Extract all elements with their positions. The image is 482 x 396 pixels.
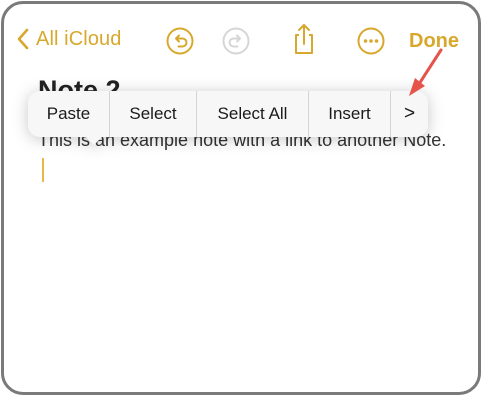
edit-context-menu: Paste Select Select All Insert > [28,91,428,145]
insert-menu-item[interactable]: Insert [309,91,391,137]
select-menu-item[interactable]: Select [110,91,197,137]
redo-icon[interactable] [221,26,251,56]
share-icon[interactable] [289,22,319,56]
chevron-left-icon [16,27,30,51]
notes-window: All iCloud Done Note 2 This is an exampl… [1,1,481,395]
more-icon[interactable] [356,26,386,56]
back-label: All iCloud [36,27,122,50]
select-all-menu-item[interactable]: Select All [197,91,309,137]
text-cursor [42,158,44,182]
paste-menu-item[interactable]: Paste [28,91,110,137]
undo-icon[interactable] [165,26,195,56]
annotation-arrow-icon [399,44,449,111]
menu-pointer [85,136,103,145]
back-button[interactable]: All iCloud [16,27,121,51]
